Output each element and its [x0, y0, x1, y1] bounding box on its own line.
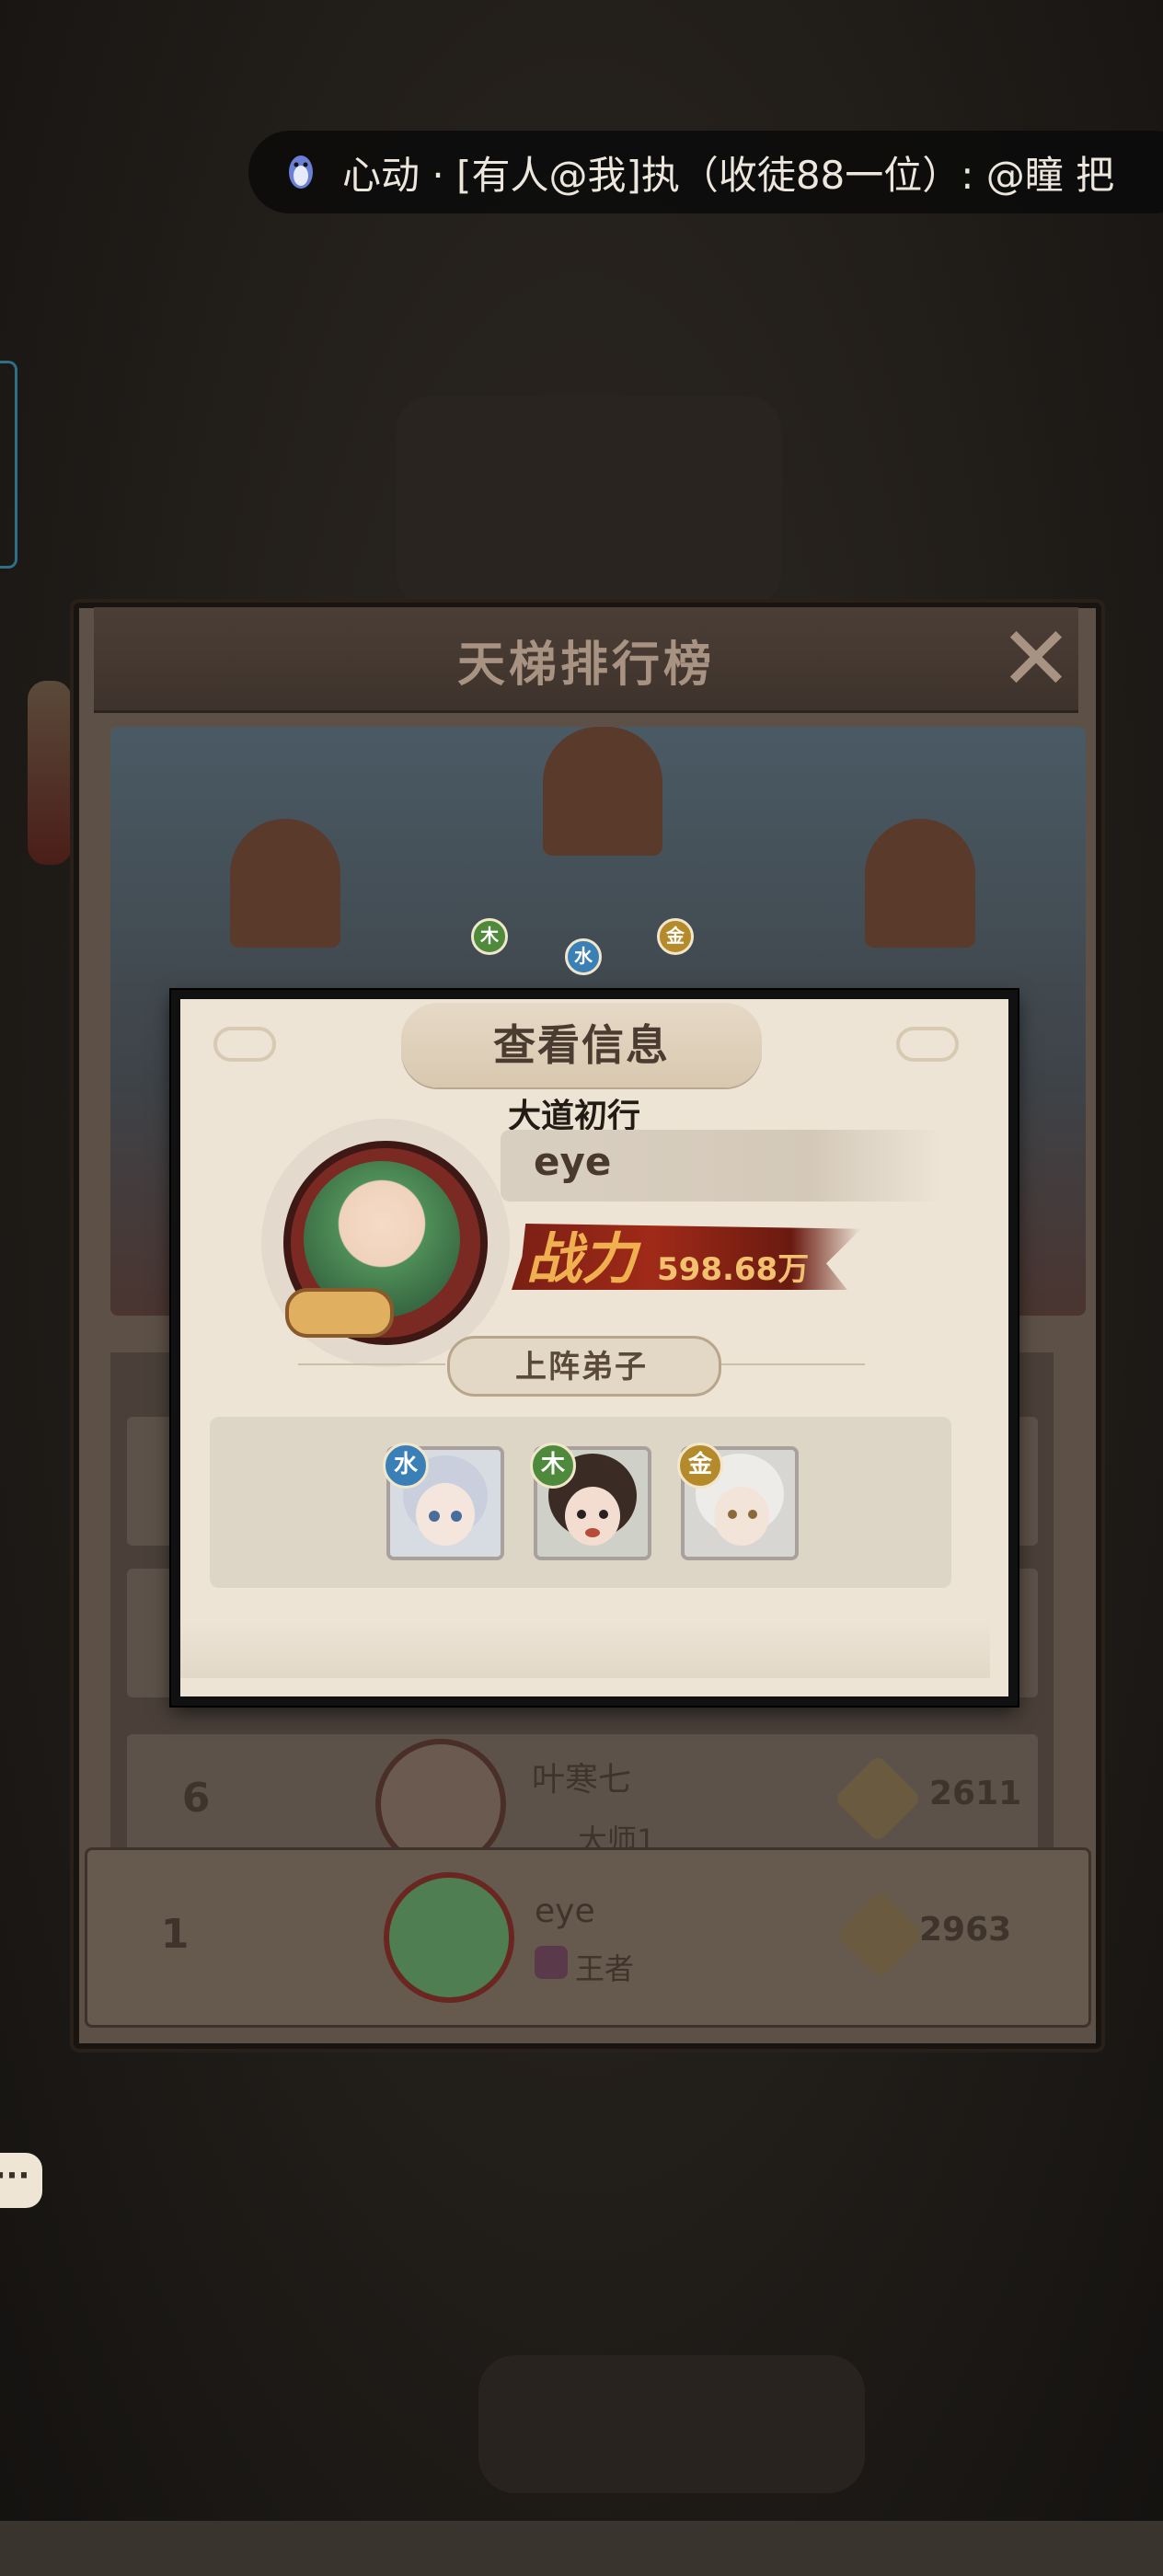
rank-number: 6	[181, 1775, 211, 1822]
notification-text: 心动 · [有人@我]执（收徒88一位）: @瞳 把	[342, 152, 1115, 198]
avatar	[384, 1872, 514, 2003]
swirl-decoration	[896, 1027, 959, 1062]
background-footer-art	[478, 2355, 865, 2493]
player-name: eye	[534, 1139, 612, 1184]
banner-element-badge: 木	[471, 918, 508, 955]
divider	[298, 1363, 445, 1365]
podium-right	[865, 819, 975, 948]
divider	[718, 1363, 865, 1365]
water-element-badge: 水	[383, 1443, 429, 1489]
modal-bottom-decoration	[180, 1619, 990, 1678]
modal-title: 查看信息	[493, 1020, 670, 1070]
podium-center	[543, 727, 662, 856]
chat-bubble-icon[interactable]: ···	[0, 2153, 42, 2208]
side-tab[interactable]	[0, 361, 17, 569]
swirl-decoration	[213, 1027, 276, 1062]
bottom-nav-strip	[0, 2521, 1163, 2576]
banner-element-badge: 金	[657, 918, 694, 955]
table-row[interactable]: 6 叶寒七 大师1 2611	[127, 1734, 1038, 1869]
cloud-ornament-icon	[285, 1288, 394, 1338]
rank-tier: 王者	[575, 1951, 635, 1986]
banner-element-badge: 水	[565, 938, 602, 975]
combat-power-value: 598.68万	[657, 1251, 810, 1288]
my-rank-row[interactable]: 1 eye 王者 2963	[85, 1847, 1091, 2028]
lineup-label: 上阵弟子	[515, 1349, 648, 1386]
rank-player-name: 叶寒七	[532, 1761, 632, 1799]
chat-notification-marquee[interactable]: 心动 · [有人@我]执（收徒88一位）: @瞳 把	[248, 131, 1163, 213]
tier-crest-icon	[535, 1946, 568, 1979]
ladder-title: 天梯排行榜	[456, 638, 715, 693]
rank-player-name: eye	[535, 1892, 595, 1930]
ladder-score-icon	[835, 1890, 926, 1980]
rank-score: 2611	[929, 1775, 1022, 1812]
wood-element-badge: 木	[530, 1443, 576, 1489]
metal-element-badge: 金	[677, 1443, 723, 1489]
podium-left	[230, 819, 340, 948]
rank-score: 2963	[919, 1911, 1012, 1949]
rank-number: 1	[160, 1911, 190, 1958]
combat-power-label: 战力	[526, 1227, 637, 1292]
qq-penguin-icon	[289, 155, 313, 189]
ladder-score-icon	[833, 1754, 923, 1844]
background-characters	[396, 396, 782, 607]
close-icon[interactable]: ✕	[992, 615, 1080, 703]
tassel-decoration	[28, 681, 72, 865]
